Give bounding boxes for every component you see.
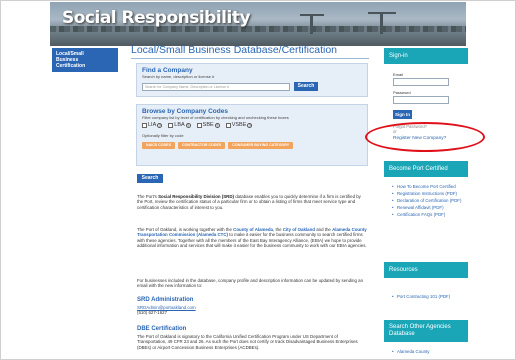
checkbox-label: VSBE xyxy=(231,122,247,128)
checkbox-label: LIA xyxy=(148,122,157,128)
certified-links: How To Become Port Certified Registratio… xyxy=(392,184,468,219)
naics-codes-button[interactable]: NAICS CODES xyxy=(142,142,175,149)
text-run: and the xyxy=(314,227,333,232)
banner-crane-arm xyxy=(368,12,396,14)
checkbox-box[interactable] xyxy=(142,122,147,128)
filter-hint: Optionally filter by code xyxy=(142,133,184,138)
signin-heading: Sign-in xyxy=(384,48,468,64)
checkbox-lia[interactable]: LIA? xyxy=(142,122,163,128)
list-item-link[interactable]: Certification FAQs (PDF) xyxy=(392,212,468,217)
consumer-category-button[interactable]: CONSUMER BUYING CATEGORY xyxy=(228,142,294,149)
dbe-heading: DBE Certification xyxy=(137,326,187,332)
help-icon[interactable]: ? xyxy=(247,122,253,128)
leftnav-certification[interactable]: Local/Small Business Certification xyxy=(52,48,118,72)
search-agencies-heading: Search Other Agencies Database xyxy=(384,320,468,342)
dbe-paragraph: The Port of Oakland is signatory to the … xyxy=(137,334,358,350)
heading-line: Database xyxy=(389,331,415,337)
help-icon[interactable]: ? xyxy=(157,122,163,128)
password-field[interactable] xyxy=(393,96,449,104)
header-banner: Social Responsibility xyxy=(50,2,466,46)
email-label: Email xyxy=(393,72,404,77)
list-item-link[interactable]: How To Become Port Certified xyxy=(392,184,468,189)
search-agencies-panel-header: Search Other Agencies Database xyxy=(384,320,468,342)
find-company-hint: Search by name, description or license # xyxy=(142,74,215,79)
srd-phone: (510) 627-1627 xyxy=(137,310,168,316)
srd-admin-heading: SRD Administration xyxy=(137,297,194,303)
checkbox-label: LBA xyxy=(174,122,185,128)
banner-crane-arm xyxy=(300,14,324,16)
text-run: The Port's xyxy=(137,194,159,199)
checkbox-box[interactable] xyxy=(196,122,202,128)
banner-crane xyxy=(310,14,313,34)
browse-codes-hint: Filter company list by level of certific… xyxy=(142,115,289,120)
find-company-heading: Find a Company xyxy=(142,67,193,74)
checkbox-label: SBE xyxy=(202,122,214,128)
search-button[interactable]: Search xyxy=(137,174,163,183)
help-icon[interactable]: ? xyxy=(185,122,191,128)
contractor-codes-button[interactable]: CONTRACTOR CODES xyxy=(177,142,226,149)
find-company-box: Find a Company Search by name, descripti… xyxy=(136,63,368,97)
srd-contact: SRDAdmin@portoakland.com (510) 627-1627 xyxy=(137,305,196,316)
srd-bold-text: Social Responsibility Division (SRD) xyxy=(158,194,234,199)
oakland-link[interactable]: City of Oakland xyxy=(283,227,315,232)
resources-panel-header: Resources xyxy=(384,262,468,278)
list-item-link[interactable]: Declaration of Certification (PDF) xyxy=(392,198,468,203)
title-divider xyxy=(131,58,369,59)
update-paragraph: For businesses included in the database,… xyxy=(137,278,364,289)
browse-codes-heading: Browse by Company Codes xyxy=(142,108,228,115)
email-field[interactable] xyxy=(393,78,449,86)
browse-codes-box: Browse by Company Codes Filter company l… xyxy=(136,104,368,166)
partnership-paragraph: The Port of Oakland, is working together… xyxy=(137,227,367,249)
password-label: Password xyxy=(393,90,411,95)
checkbox-lba[interactable]: LBA? xyxy=(168,122,191,128)
checkbox-sbe[interactable]: SBE? xyxy=(196,122,220,128)
leftnav-line: Certification xyxy=(56,63,86,69)
page-title: Local/Small Business Database/Certificat… xyxy=(131,44,338,56)
signin-button[interactable]: Sign In xyxy=(393,110,412,119)
list-item-link[interactable]: Registration Instructions (PDF) xyxy=(392,191,468,196)
find-search-button[interactable]: Search xyxy=(294,82,318,91)
intro-paragraph: The Port's Social Responsibility Divisio… xyxy=(137,194,367,210)
agency-links: Alameda County xyxy=(392,349,468,356)
list-item-link[interactable]: Alameda County xyxy=(392,349,468,354)
checkbox-vsbe[interactable]: VSBE? xyxy=(225,122,253,128)
text-run: , the xyxy=(273,227,283,232)
help-icon[interactable]: ? xyxy=(214,122,220,128)
certified-heading: Become Port Certified xyxy=(384,161,468,177)
heading-line: Search Other Agencies xyxy=(389,324,451,330)
checkbox-box[interactable] xyxy=(168,122,174,128)
signin-panel-header: Sign-in xyxy=(384,48,468,64)
annotation-ellipse xyxy=(365,122,485,152)
alameda-county-link[interactable]: County of Alameda xyxy=(233,227,273,232)
banner-title: Social Responsibility xyxy=(62,8,251,28)
list-item-link[interactable]: Renewal Affidavit (PDF) xyxy=(392,205,468,210)
list-item-link[interactable]: Port Contracting 101 (PDF) xyxy=(392,294,468,299)
company-search-input[interactable]: Search for Company Name, Description or … xyxy=(142,82,290,91)
checkbox-box[interactable] xyxy=(225,122,231,128)
main-header: Local/Small Business Database/Certificat… xyxy=(131,44,369,59)
resources-links: Port Contracting 101 (PDF) xyxy=(392,294,468,301)
banner-crane xyxy=(380,12,383,34)
text-run: The Port of Oakland, is working together… xyxy=(137,227,234,232)
resources-heading: Resources xyxy=(384,262,468,278)
certified-panel-header: Become Port Certified xyxy=(384,161,468,177)
